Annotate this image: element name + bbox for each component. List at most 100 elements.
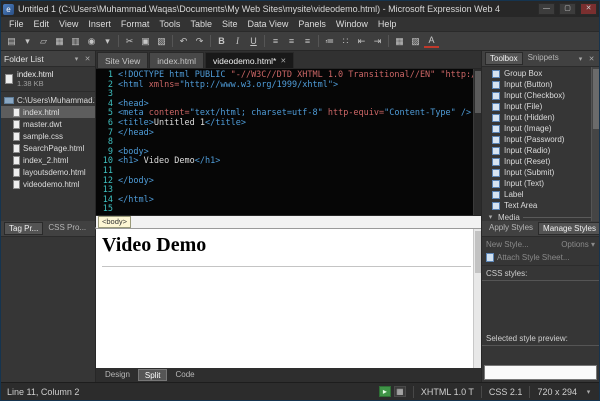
menu-view[interactable]: View [54,18,83,30]
menu-panels[interactable]: Panels [293,18,331,30]
editor-scrollbar[interactable] [473,69,481,215]
body-tag-chip[interactable]: <body> [98,216,131,228]
underline-button[interactable]: U [246,34,261,49]
folder-item-layoutsdemo-html[interactable]: layoutsdemo.html [1,166,95,178]
page-icon [13,120,20,129]
toolbox-item-input-radio[interactable]: Input (Radio) [482,145,599,156]
italic-button[interactable]: I [230,34,245,49]
minimize-button[interactable]: — [538,3,555,15]
options-dropdown[interactable]: Options ▾ [561,240,595,249]
code-view-button[interactable]: Code [169,369,200,381]
preview-dropdown-icon[interactable]: ▾ [100,34,115,49]
menu-insert[interactable]: Insert [83,18,116,30]
bold-button[interactable]: B [214,34,229,49]
panel-tab-snippets[interactable]: Snippets [524,52,563,65]
scrollbar-thumb[interactable] [593,69,599,129]
panel-tab-apply-styles[interactable]: Apply Styles [485,222,537,235]
close-tab-icon[interactable]: ✕ [280,57,286,65]
panel-tab-tag-pr[interactable]: Tag Pr... [4,222,43,235]
toolbox-item-group-box[interactable]: Group Box [482,68,599,79]
scrollbar-thumb[interactable] [475,231,481,273]
font-color-icon[interactable]: A [424,35,439,48]
menu-edit[interactable]: Edit [29,18,55,30]
align-left-icon[interactable]: ≡ [268,34,283,49]
toolbox-item-input-image[interactable]: Input (Image) [482,123,599,134]
menu-file[interactable]: File [4,18,29,30]
save-icon[interactable]: ▦ [52,34,67,49]
borders-icon[interactable]: ▦ [392,34,407,49]
toolbox-item-input-file[interactable]: Input (File) [482,101,599,112]
menu-tools[interactable]: Tools [154,18,185,30]
menu-data-view[interactable]: Data View [242,18,293,30]
print-icon[interactable]: ▥ [68,34,83,49]
menu-help[interactable]: Help [373,18,402,30]
attach-stylesheet-button[interactable]: Attach Style Sheet... [497,253,569,262]
preview-in-browser-icon[interactable]: ▸ [379,386,391,397]
code-editor[interactable]: 123456789101112131415 <!DOCTYPE html PUB… [96,69,481,216]
chevron-down-icon[interactable]: ▾ [576,55,585,63]
toolbox-item-input-hidden[interactable]: Input (Hidden) [482,112,599,123]
toolbox-item-label[interactable]: Label [482,189,599,200]
folder-root[interactable]: C:\Users\Muhammad.Waqas\Do [1,94,95,106]
toolbox-item-input-button[interactable]: Input (Button) [482,79,599,90]
chevron-down-icon[interactable]: ▾ [72,55,81,63]
bullet-list-icon[interactable]: ∷ [338,34,353,49]
toolbox-item-text-area[interactable]: Text Area [482,200,599,211]
panel-tab-css-pro[interactable]: CSS Pro... [44,222,90,235]
highlight-icon[interactable]: ▨ [408,34,423,49]
redo-icon[interactable]: ↷ [192,34,207,49]
page-size-label[interactable]: 720 x 294 [537,387,577,397]
tab-site-view[interactable]: Site View [97,52,148,68]
panel-tab-toolbox[interactable]: Toolbox [485,52,523,65]
preview-browser-icon[interactable]: ◉ [84,34,99,49]
design-view-button[interactable]: Design [99,369,136,381]
new-dropdown-icon[interactable]: ▾ [20,34,35,49]
toolbox-item-input-text[interactable]: Input (Text) [482,178,599,189]
toolbox-scrollbar[interactable] [591,67,599,221]
new-document-icon[interactable]: ▤ [4,34,19,49]
folder-item-index-html[interactable]: index.html [1,106,95,118]
menu-window[interactable]: Window [331,18,373,30]
paste-icon[interactable]: ▧ [154,34,169,49]
css-schema-label[interactable]: CSS 2.1 [489,387,523,397]
tab-videodemo-html[interactable]: videodemo.html*✕ [205,52,294,68]
maximize-button[interactable]: ▢ [559,3,576,15]
new-style-button[interactable]: New Style... [486,240,529,249]
align-right-icon[interactable]: ≡ [300,34,315,49]
folder-item-index-2-html[interactable]: index_2.html [1,154,95,166]
numbered-list-icon[interactable]: ≔ [322,34,337,49]
undo-icon[interactable]: ↶ [176,34,191,49]
copy-icon[interactable]: ▣ [138,34,153,49]
close-button[interactable]: ✕ [580,3,597,15]
toolbox-item-input-password[interactable]: Input (Password) [482,134,599,145]
folder-item-master-dwt[interactable]: master.dwt [1,118,95,130]
chevron-down-icon[interactable]: ▾ [584,388,593,396]
design-heading[interactable]: Video Demo [102,234,471,267]
folder-item-sample-css[interactable]: sample.css [1,130,95,142]
toolbox-item-input-checkbox[interactable]: Input (Checkbox) [482,90,599,101]
design-canvas[interactable]: Video Demo [96,229,481,368]
open-icon[interactable]: ▱ [36,34,51,49]
cut-icon[interactable]: ✂ [122,34,137,49]
folder-item-searchpage-html[interactable]: SearchPage.html [1,142,95,154]
tab-index-html[interactable]: index.html [149,52,204,68]
menu-table[interactable]: Table [185,18,217,30]
menu-site[interactable]: Site [217,18,243,30]
panel-tab-manage-styles[interactable]: Manage Styles [538,222,600,235]
toolbox-section-media[interactable]: ▾Media [482,211,599,221]
code-area[interactable]: <!DOCTYPE html PUBLIC "-//W3C//DTD XHTML… [116,69,481,215]
close-panel-icon[interactable]: ✕ [83,55,92,63]
split-view-button[interactable]: Split [138,369,168,381]
scrollbar-thumb[interactable] [475,71,481,113]
increase-indent-icon[interactable]: ⇥ [370,34,385,49]
menu-format[interactable]: Format [116,18,155,30]
design-scrollbar[interactable] [473,229,481,368]
decrease-indent-icon[interactable]: ⇤ [354,34,369,49]
visual-aids-icon[interactable]: ▦ [394,386,406,397]
close-panel-icon[interactable]: ✕ [587,55,596,63]
doctype-label[interactable]: XHTML 1.0 T [421,387,474,397]
toolbox-item-input-submit[interactable]: Input (Submit) [482,167,599,178]
toolbox-item-input-reset[interactable]: Input (Reset) [482,156,599,167]
align-center-icon[interactable]: ≡ [284,34,299,49]
folder-item-videodemo-html[interactable]: videodemo.html [1,178,95,190]
